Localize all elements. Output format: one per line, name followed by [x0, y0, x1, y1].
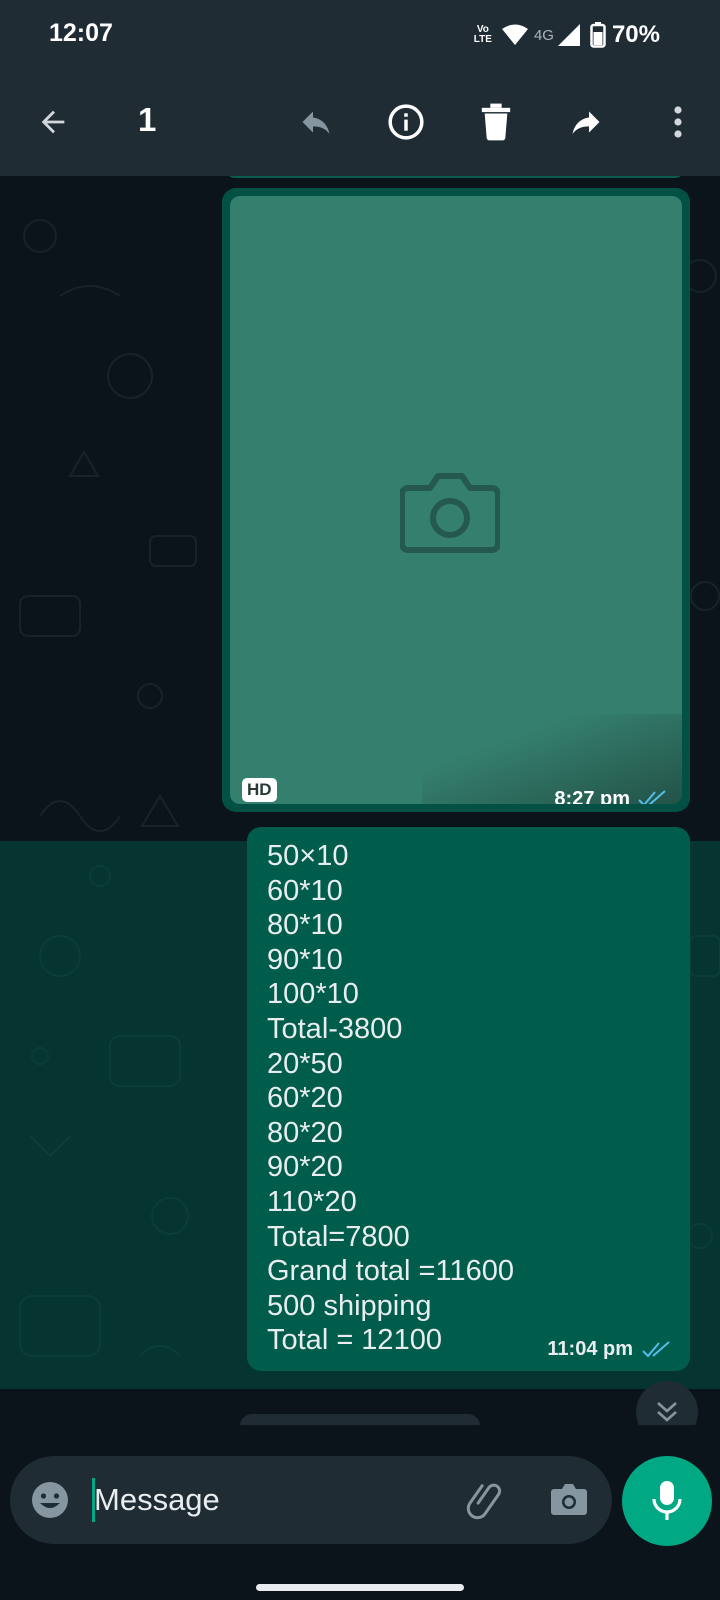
selected-count: 1 — [138, 101, 157, 138]
camera-icon[interactable] — [550, 1481, 588, 1517]
more-options-button[interactable] — [650, 94, 706, 150]
volte-icon: Vo LTE — [473, 24, 492, 45]
reply-button[interactable] — [288, 94, 344, 150]
message-line: 110*20 — [267, 1185, 357, 1218]
selection-toolbar: 1 — [0, 70, 720, 176]
back-arrow-icon — [41, 110, 65, 134]
voice-message-button[interactable] — [622, 1456, 712, 1546]
message-line: 500 shipping — [267, 1289, 432, 1322]
wifi-icon — [501, 24, 528, 45]
delete-button[interactable] — [468, 94, 524, 150]
read-ticks-icon — [642, 1341, 670, 1358]
forward-icon — [572, 111, 600, 134]
message-time: 8:27 pm — [554, 788, 630, 804]
delete-icon — [481, 103, 511, 141]
message-line: Total=7800 — [267, 1220, 410, 1253]
double-chevron-down-icon — [657, 1402, 677, 1422]
message-line: 50×10 — [267, 840, 349, 872]
message-line: 20*50 — [267, 1047, 343, 1080]
message-line: 90*10 — [267, 943, 343, 976]
battery-percent: 70% — [611, 21, 660, 48]
message-line: 60*20 — [267, 1082, 343, 1115]
more-options-icon — [674, 106, 682, 138]
hd-badge: HD — [242, 778, 277, 802]
chat-area[interactable]: HD 8:27 pm 50×10 60*10 80*10 90*10 100*1… — [0, 176, 720, 1441]
message-time: 11:04 pm — [547, 1338, 633, 1360]
emoji-icon[interactable] — [30, 1480, 70, 1520]
message-composer — [10, 1456, 612, 1544]
camera-placeholder-icon — [400, 473, 500, 553]
forward-button[interactable] — [558, 94, 614, 150]
message-line: Total-3800 — [267, 1012, 403, 1045]
message-text: 50×10 60*10 80*10 90*10 100*10 Total-380… — [267, 839, 514, 1358]
previous-message-bubble[interactable] — [225, 176, 685, 178]
battery-icon — [590, 22, 606, 48]
text-message-bubble[interactable]: 50×10 60*10 80*10 90*10 100*10 Total-380… — [247, 827, 690, 1371]
message-line: 60*10 — [267, 874, 343, 907]
message-input[interactable] — [94, 1476, 434, 1524]
back-button[interactable] — [25, 94, 81, 150]
image-message-bubble[interactable]: HD 8:27 pm — [222, 188, 690, 812]
message-line: 90*20 — [267, 1151, 343, 1184]
home-indicator[interactable] — [256, 1584, 464, 1591]
message-line: Total = 12100 — [267, 1324, 442, 1357]
message-line: 80*10 — [267, 909, 343, 942]
status-indicators: Vo LTE 4G 70% — [474, 20, 660, 50]
message-line: 100*10 — [267, 978, 359, 1011]
signal-icon — [557, 24, 580, 46]
image-placeholder[interactable]: HD 8:27 pm — [230, 196, 682, 804]
status-bar: 12:07 Vo LTE 4G 70% — [0, 0, 720, 70]
info-icon — [388, 104, 424, 140]
read-ticks-icon — [638, 790, 666, 804]
microphone-icon — [652, 1481, 682, 1520]
info-button[interactable] — [378, 94, 434, 150]
reply-icon — [302, 111, 330, 134]
status-time: 12:07 — [49, 19, 113, 47]
message-line: Grand total =11600 — [267, 1255, 514, 1288]
network-type: 4G — [533, 26, 554, 44]
message-line: 80*20 — [267, 1116, 343, 1149]
attach-icon[interactable] — [466, 1480, 506, 1520]
